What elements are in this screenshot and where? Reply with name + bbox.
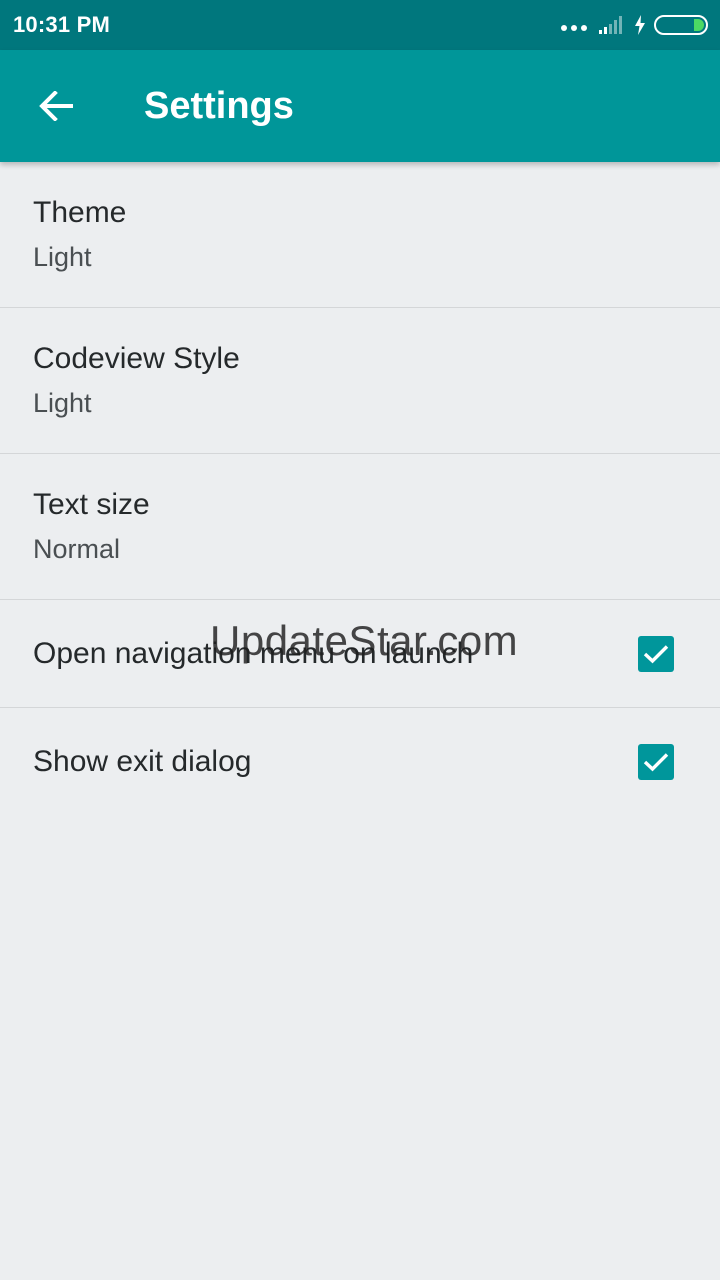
- show-exit-dialog-checkbox[interactable]: [638, 744, 674, 780]
- setting-theme-value: Light: [33, 242, 92, 272]
- status-time: 10:31 PM: [13, 12, 110, 37]
- setting-codeview-style[interactable]: Codeview Style Light: [0, 308, 720, 454]
- back-button[interactable]: [0, 50, 112, 162]
- arrow-back-icon: [39, 91, 73, 121]
- setting-show-exit-dialog[interactable]: Show exit dialog: [0, 708, 720, 816]
- battery-icon: [654, 15, 708, 35]
- page-title: Settings: [144, 84, 294, 127]
- setting-codeview-style-value: Light: [33, 388, 92, 418]
- setting-theme-label: Theme: [33, 196, 127, 229]
- setting-show-exit-dialog-label: Show exit dialog: [33, 745, 252, 778]
- status-icons: [561, 15, 708, 35]
- more-dots-icon: [561, 25, 587, 31]
- checkmark-icon: [643, 753, 669, 772]
- setting-codeview-style-label: Codeview Style: [33, 342, 240, 375]
- setting-open-nav-menu-label: Open navigation menu on launch: [33, 636, 474, 670]
- setting-text-size-value: Normal: [33, 534, 121, 564]
- setting-open-nav-menu[interactable]: Open navigation menu on launch: [0, 600, 720, 708]
- status-bar: 10:31 PM: [0, 0, 720, 50]
- app-bar: Settings: [0, 50, 720, 162]
- setting-theme[interactable]: Theme Light: [0, 162, 720, 308]
- checkmark-icon: [643, 644, 669, 663]
- setting-text-size-label: Text size: [33, 488, 150, 521]
- setting-text-size[interactable]: Text size Normal: [0, 454, 720, 600]
- open-nav-menu-checkbox[interactable]: [638, 635, 674, 672]
- signal-icon: [599, 16, 622, 34]
- settings-list: Theme Light Codeview Style Light Text si…: [0, 162, 720, 816]
- charging-bolt-icon: [635, 15, 645, 35]
